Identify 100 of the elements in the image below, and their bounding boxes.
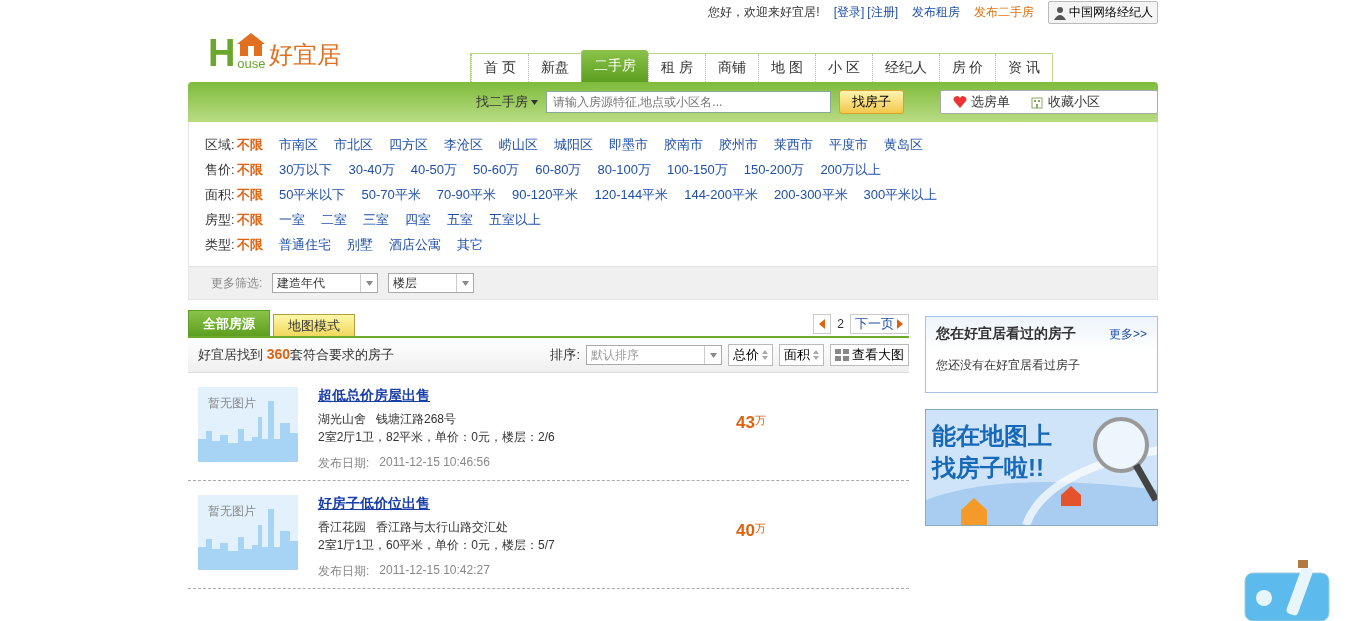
filter-option[interactable]: 不限 <box>237 210 263 229</box>
community-name: 香江花园 <box>318 519 366 536</box>
filter-option[interactable]: 三室 <box>363 210 389 229</box>
filter-option[interactable]: 30-40万 <box>348 160 395 179</box>
filter-label: 区域: <box>205 135 236 154</box>
filter-label: 房型: <box>205 210 236 229</box>
previous-page-button[interactable] <box>813 314 832 334</box>
right-arrow-icon <box>896 319 904 329</box>
map-search-banner[interactable]: 能在地图上 找房子啦!! <box>925 409 1158 526</box>
filter-label: 售价: <box>205 160 236 179</box>
filter-option[interactable]: 莱西市 <box>774 135 813 154</box>
more-filters-label: 更多筛选: <box>211 274 263 292</box>
greeting-text: 您好，欢迎来好宜居! <box>708 4 820 21</box>
sort-button[interactable]: 总价 <box>728 344 773 366</box>
filter-option[interactable]: 四室 <box>405 210 431 229</box>
listing-address: 香江路与太行山路交汇处 <box>376 519 508 536</box>
filter-option[interactable]: 不限 <box>237 235 263 254</box>
filter-option[interactable]: 五室 <box>447 210 473 229</box>
account-link[interactable]: [注册] <box>867 4 898 21</box>
filter-dropdown[interactable]: 楼层 <box>388 273 475 293</box>
filter-option[interactable]: 144-200平米 <box>684 185 758 204</box>
filter-option[interactable]: 70-90平米 <box>436 185 496 204</box>
filter-option[interactable]: 40-50万 <box>410 160 457 179</box>
person-icon <box>1053 5 1067 20</box>
filter-option[interactable]: 其它 <box>457 235 483 254</box>
result-count-text: 好宜居找到 360套符合要求的房子 <box>198 346 394 364</box>
listing-details: 2室2厅1卫，82平米，单价：0元，楼层：2/6 <box>318 429 556 446</box>
filter-option[interactable]: 200万以上 <box>820 160 882 179</box>
building-icon <box>1030 95 1045 109</box>
sort-arrows-icon <box>813 350 819 360</box>
left-arrow-icon <box>818 319 827 329</box>
filter-option[interactable]: 五室以上 <box>489 210 541 229</box>
filter-option[interactable]: 一室 <box>279 210 305 229</box>
banner-text: 找房子啦!! <box>932 453 1044 483</box>
filter-option[interactable]: 不限 <box>237 135 263 154</box>
filter-option[interactable]: 城阳区 <box>554 135 593 154</box>
listing-date: 2011-12-15 10:46:56 <box>379 455 490 471</box>
filter-option[interactable]: 50-70平米 <box>361 185 421 204</box>
filter-option[interactable]: 市南区 <box>279 135 318 154</box>
search-field[interactable]: 请输入房源特征,地点或小区名... <box>546 91 832 113</box>
listing-address: 钱塘江路268号 <box>376 411 457 428</box>
search-button[interactable]: 找房子 <box>839 90 905 114</box>
filter-option[interactable]: 50平米以下 <box>279 185 346 204</box>
filter-option[interactable]: 别墅 <box>347 235 373 254</box>
filter-option[interactable]: 胶南市 <box>664 135 703 154</box>
filter-option[interactable]: 30万以下 <box>279 160 333 179</box>
filter-option[interactable]: 300平米以上 <box>863 185 938 204</box>
large-view-button[interactable]: 查看大图 <box>830 344 909 366</box>
more-link[interactable]: 更多>> <box>1109 325 1147 343</box>
post-link[interactable]: 发布租房 <box>912 4 960 21</box>
listing-title-link[interactable]: 好房子低价位出售 <box>318 495 718 513</box>
filter-option[interactable]: 黄岛区 <box>884 135 923 154</box>
filter-option[interactable]: 50-60万 <box>472 160 520 179</box>
no-image-text: 暂无图片 <box>208 395 256 412</box>
shortlist-link[interactable]: 选房单 <box>953 93 1011 111</box>
filter-option[interactable]: 平度市 <box>829 135 868 154</box>
caret-icon <box>709 352 717 358</box>
filter-option[interactable]: 100-150万 <box>666 160 728 179</box>
listing-price: 43$^{万}$ <box>736 413 766 434</box>
search-scope-dropdown[interactable]: 找二手房 <box>476 93 538 111</box>
favorite-community-link[interactable]: 收藏小区 <box>1030 93 1101 111</box>
filter-label: 面积: <box>205 185 236 204</box>
caret-icon <box>365 280 373 286</box>
filter-option[interactable]: 胶州市 <box>719 135 758 154</box>
filter-option[interactable]: 不限 <box>237 185 263 204</box>
history-title: 您在好宜居看过的房子 <box>936 325 1076 343</box>
date-label: 发布日期: <box>318 563 370 580</box>
next-page-button[interactable]: 下一页 <box>850 314 909 334</box>
account-link[interactable]: [登录] <box>833 4 865 21</box>
date-label: 发布日期: <box>318 455 370 472</box>
result-tab[interactable]: 地图模式 <box>273 314 355 336</box>
filter-option[interactable]: 李沧区 <box>444 135 483 154</box>
filter-option[interactable]: 90-120平米 <box>511 185 579 204</box>
listing-title-link[interactable]: 超低总价房屋出售 <box>318 387 718 405</box>
filter-option[interactable]: 崂山区 <box>499 135 538 154</box>
agent-button[interactable]: 中国网络经纪人 <box>1048 1 1158 24</box>
history-empty-text: 您还没有在好宜居看过房子 <box>935 357 1081 374</box>
filter-option[interactable]: 普通住宅 <box>279 235 331 254</box>
filter-option[interactable]: 四方区 <box>389 135 428 154</box>
listing-date: 2011-12-15 10:42:27 <box>379 563 490 579</box>
heart-icon <box>953 96 968 108</box>
filter-option[interactable]: 酒店公寓 <box>389 235 441 254</box>
listing-details: 2室1厅1卫，60平米，单价：0元，楼层：5/7 <box>318 537 556 554</box>
filter-label: 类型: <box>205 235 236 254</box>
filter-dropdown[interactable]: 建造年代 <box>272 273 379 293</box>
community-name: 湖光山舍 <box>318 411 366 428</box>
sort-button[interactable]: 面积 <box>779 344 824 366</box>
filter-option[interactable]: 80-100万 <box>597 160 651 179</box>
filter-option[interactable]: 120-144平米 <box>594 185 669 204</box>
filter-option[interactable]: 200-300平米 <box>773 185 848 204</box>
filter-option[interactable]: 不限 <box>237 160 263 179</box>
caret-icon <box>461 280 469 286</box>
filter-option[interactable]: 市北区 <box>334 135 373 154</box>
bottle-widget-icon[interactable] <box>1244 560 1330 621</box>
filter-option[interactable]: 即墨市 <box>609 135 648 154</box>
filter-option[interactable]: 150-200万 <box>743 160 805 179</box>
filter-option[interactable]: 60-80万 <box>535 160 582 179</box>
no-image-text: 暂无图片 <box>208 503 256 520</box>
filter-option[interactable]: 二室 <box>321 210 347 229</box>
listing-price: 40$^{万}$ <box>736 521 766 542</box>
